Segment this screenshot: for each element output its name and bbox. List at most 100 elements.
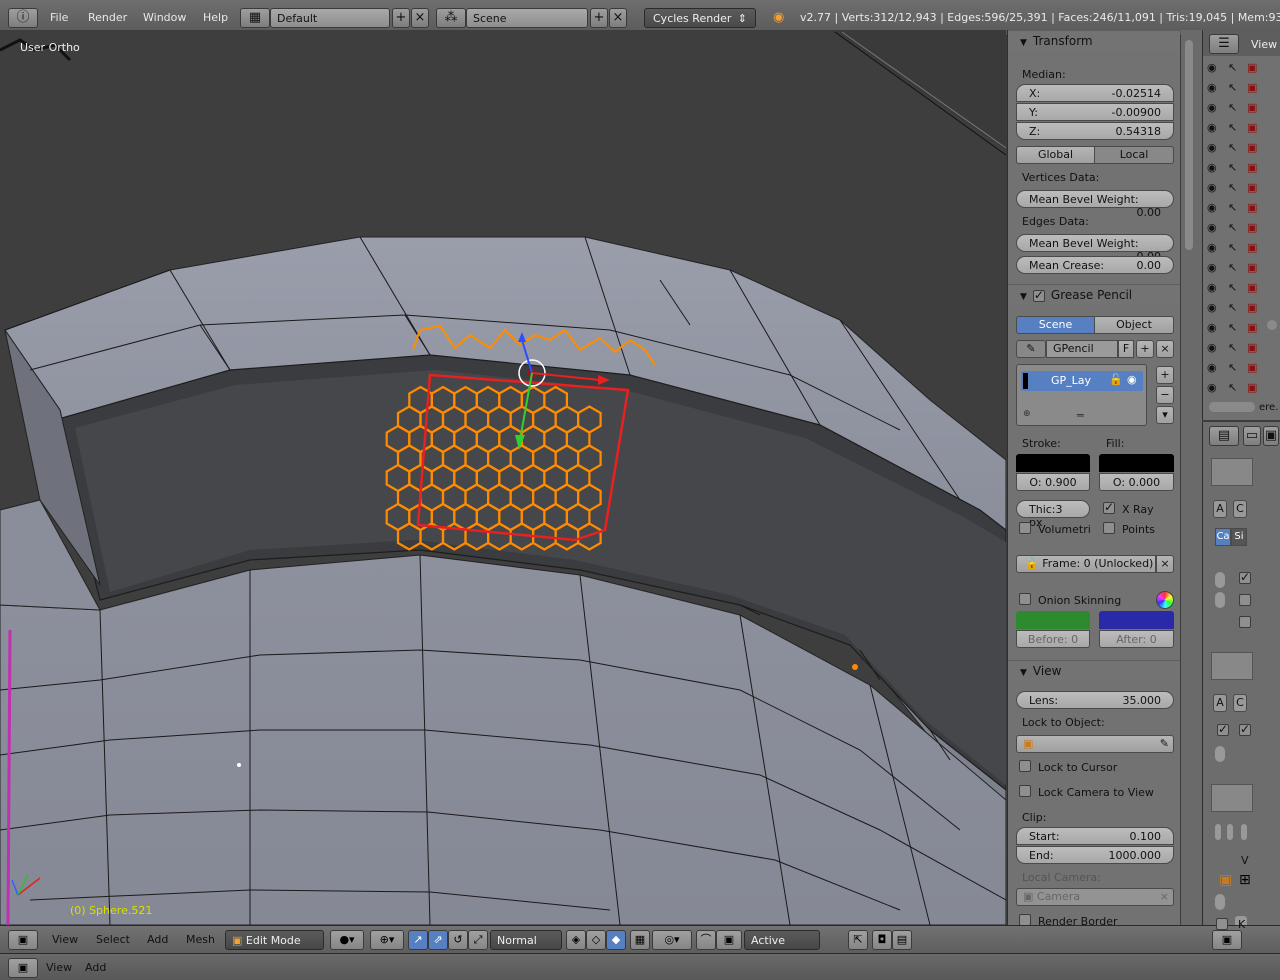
eye-icon[interactable]: ◉ (1127, 373, 1137, 386)
transform-panel-header[interactable]: ▼ Transform (1008, 30, 1180, 52)
add-gpencil-icon[interactable]: + (1136, 340, 1154, 358)
grid-icon[interactable]: ⊞ (1239, 872, 1251, 888)
menu-help[interactable]: Help (203, 11, 228, 24)
crease-field[interactable]: Mean Crease: 0.00 (1016, 256, 1174, 274)
menu-add[interactable]: Add (147, 933, 168, 946)
cursor-icon[interactable]: ↖ (1228, 361, 1237, 374)
toggle-4[interactable] (1215, 824, 1221, 840)
eyedropper-icon[interactable]: ✎ (1160, 736, 1169, 752)
lock-object-field[interactable]: ▣ ✎ (1016, 735, 1174, 753)
render-icon[interactable]: ▣ (1247, 161, 1257, 174)
xray-checkbox[interactable] (1103, 500, 1115, 514)
outliner-row[interactable]: ◉ ↖ ▣ (1203, 80, 1265, 98)
proportional-edit-icon[interactable]: ◎▾ (652, 930, 692, 950)
outliner-vscroll[interactable] (1267, 320, 1277, 330)
outliner-row[interactable]: ◉ ↖ ▣ (1203, 320, 1265, 338)
color-wheel-icon[interactable] (1156, 591, 1174, 609)
outliner-row[interactable]: ◉ ↖ ▣ (1203, 340, 1265, 358)
pivot-target-select[interactable]: Active (744, 930, 820, 950)
layer-row[interactable]: GP_Lay 🔓 ◉ (1021, 371, 1143, 391)
menu-mesh[interactable]: Mesh (186, 933, 215, 946)
lock-cursor-checkbox[interactable] (1019, 760, 1031, 772)
side-checkbox-4[interactable] (1217, 722, 1229, 736)
eye-icon[interactable]: ◉ (1207, 161, 1217, 174)
eye-icon[interactable]: ◉ (1207, 361, 1217, 374)
eye-icon[interactable]: ◉ (1207, 321, 1217, 334)
cursor-icon[interactable]: ↖ (1228, 261, 1237, 274)
scene-field[interactable]: Scene (466, 8, 588, 28)
onion-after-color[interactable] (1099, 611, 1174, 629)
fake-user-button[interactable]: F (1118, 340, 1134, 358)
points-checkbox[interactable] (1103, 522, 1115, 534)
volumetric-checkbox[interactable] (1019, 522, 1031, 534)
scene-icon[interactable]: ⁂ (436, 8, 466, 28)
eye-icon[interactable]: ◉ (1207, 201, 1217, 214)
toggle-6[interactable] (1241, 824, 1247, 840)
cursor-icon[interactable]: ↖ (1228, 81, 1237, 94)
cursor-icon[interactable]: ↖ (1228, 121, 1237, 134)
local-camera-field[interactable]: ▣ Camera × (1016, 888, 1174, 906)
global-toggle[interactable]: Global (1016, 146, 1095, 164)
manipulator-icon[interactable]: ↗ (408, 930, 428, 950)
render-icon[interactable]: ▣ (1247, 261, 1257, 274)
outliner-row[interactable]: ◉ ↖ ▣ (1203, 200, 1265, 218)
median-x-field[interactable]: X: -0.02514 (1016, 84, 1174, 102)
add-layer-icon[interactable]: + (1156, 366, 1174, 384)
render-icon[interactable]: ▣ (1247, 141, 1257, 154)
eye-icon[interactable]: ◉ (1207, 181, 1217, 194)
render-icon[interactable]: ▣ (1247, 301, 1257, 314)
render-icon[interactable]: ▣ (1247, 281, 1257, 294)
cursor-icon[interactable]: ↖ (1228, 381, 1237, 394)
eye-icon[interactable]: ◉ (1207, 221, 1217, 234)
toggle-5[interactable] (1227, 824, 1233, 840)
add-layout-icon[interactable]: + (392, 8, 410, 28)
cursor-icon[interactable]: ↖ (1228, 281, 1237, 294)
outliner-hscroll[interactable] (1209, 402, 1255, 412)
render-preview-icon[interactable]: ⇱ (848, 930, 868, 950)
menu-add-2[interactable]: Add (85, 961, 106, 974)
outliner-editor-icon[interactable]: ☰ (1209, 34, 1239, 54)
eye-icon[interactable]: ◉ (1207, 81, 1217, 94)
snap-magnet-icon[interactable]: ⌒ (696, 930, 716, 950)
edge-bevel-field[interactable]: Mean Bevel Weight:0.00 (1016, 234, 1174, 263)
filter-icon[interactable]: ⊕ (1023, 409, 1031, 419)
outliner-row[interactable]: ◉ ↖ ▣ (1203, 300, 1265, 318)
view-panel-header[interactable]: ▼ View (1008, 660, 1180, 682)
tool-c-button[interactable]: C (1233, 500, 1247, 518)
median-y-field[interactable]: Y: -0.00900 (1016, 103, 1174, 121)
lock-icon[interactable]: 🔓 (1109, 373, 1123, 386)
clear-camera-icon[interactable]: × (1160, 889, 1169, 905)
tool-c2-button[interactable]: C (1233, 694, 1247, 712)
side-checkbox-1[interactable] (1239, 570, 1251, 584)
stroke-color-swatch[interactable] (1016, 454, 1090, 472)
eye-icon[interactable]: ◉ (1207, 141, 1217, 154)
fill-color-swatch[interactable] (1099, 454, 1174, 472)
menu-view-2[interactable]: View (46, 961, 72, 974)
cursor-icon[interactable]: ↖ (1228, 101, 1237, 114)
outliner-row[interactable]: ◉ ↖ ▣ (1203, 140, 1265, 158)
local-toggle[interactable]: Local (1094, 146, 1174, 164)
info-editor-icon[interactable]: ⓘ (8, 8, 38, 28)
cursor-icon[interactable]: ↖ (1228, 301, 1237, 314)
cube-icon[interactable]: ▣ (1219, 872, 1232, 888)
remove-layout-icon[interactable]: × (411, 8, 429, 28)
outliner-row[interactable]: ◉ ↖ ▣ (1203, 360, 1265, 378)
properties-scrollbar[interactable] (1181, 30, 1202, 925)
view-layers-icon[interactable]: ▭ (1243, 426, 1261, 446)
menu-render[interactable]: Render (88, 11, 127, 24)
editor-type-icon[interactable]: ▣ (8, 930, 38, 950)
render-icon[interactable]: ▣ (1247, 181, 1257, 194)
shading-icon[interactable]: ●▾ (330, 930, 364, 950)
side-checkbox-5[interactable] (1239, 722, 1251, 736)
render-icon[interactable]: ▣ (1247, 101, 1257, 114)
cursor-icon[interactable]: ↖ (1228, 201, 1237, 214)
outliner-row[interactable]: ◉ ↖ ▣ (1203, 160, 1265, 178)
render-icon[interactable]: ▣ (1247, 61, 1257, 74)
clip-start-field[interactable]: Start: 0.100 (1016, 827, 1174, 845)
mode-select[interactable]: ▣ Edit Mode (225, 930, 324, 950)
remove-gpencil-icon[interactable]: × (1156, 340, 1174, 358)
eye-icon[interactable]: ◉ (1207, 281, 1217, 294)
gp-object-toggle[interactable]: Object (1094, 316, 1174, 334)
toggle-3[interactable] (1215, 746, 1225, 762)
layout-grid-icon[interactable]: ▦ (240, 8, 270, 28)
